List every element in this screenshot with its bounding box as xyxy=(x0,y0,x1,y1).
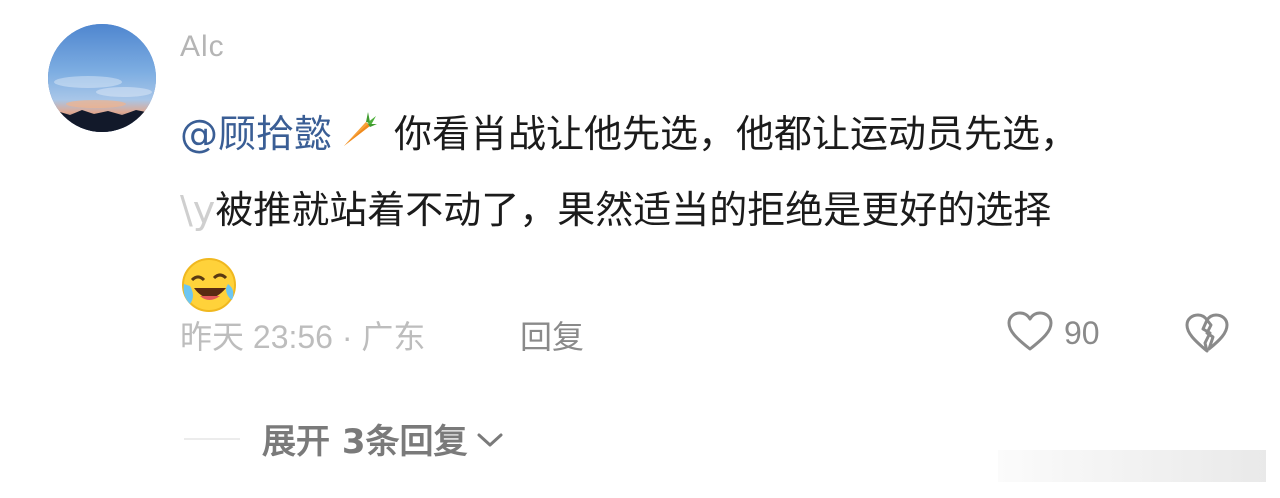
username[interactable]: Alc xyxy=(180,30,225,64)
comment-line-2-prefix: \y xyxy=(180,188,216,232)
sky-sunset-image xyxy=(48,24,156,132)
dislike-button[interactable] xyxy=(1184,312,1230,358)
expand-replies-label: 展开 3条回复 xyxy=(262,422,468,462)
laughing-crying-emoji-icon xyxy=(180,256,238,314)
comment-text: @顾拾懿 你看肖战让他先选，他都让运动员先选， \y被推就站着不动了，果然适当的… xyxy=(180,96,1220,324)
like-button[interactable]: 90 xyxy=(1006,310,1100,356)
expand-replies-button[interactable]: 展开 3条回复 xyxy=(262,414,504,463)
comment-line-1-text: 你看肖战让他先选，他都让运动员先选， xyxy=(394,112,1079,156)
heart-icon xyxy=(1006,310,1054,356)
chevron-down-icon xyxy=(476,419,504,459)
reply-button[interactable]: 回复 xyxy=(520,312,584,358)
comment-line-2: \y被推就站着不动了，果然适当的拒绝是更好的选择 xyxy=(180,172,1220,248)
mention-link[interactable]: @顾拾懿 xyxy=(180,112,332,156)
watermark-bar xyxy=(998,450,1266,482)
carrot-icon xyxy=(338,99,378,175)
like-count: 90 xyxy=(1064,314,1100,351)
reply-divider xyxy=(184,438,240,440)
comment-line-2-text: 被推就站着不动了，果然适当的拒绝是更好的选择 xyxy=(215,188,1052,232)
comment-line-1: @顾拾懿 你看肖战让他先选，他都让运动员先选， xyxy=(180,96,1220,172)
comment-time-location: 昨天 23:56 · 广东 xyxy=(180,319,426,355)
avatar[interactable] xyxy=(48,24,156,132)
broken-heart-icon xyxy=(1184,313,1230,358)
